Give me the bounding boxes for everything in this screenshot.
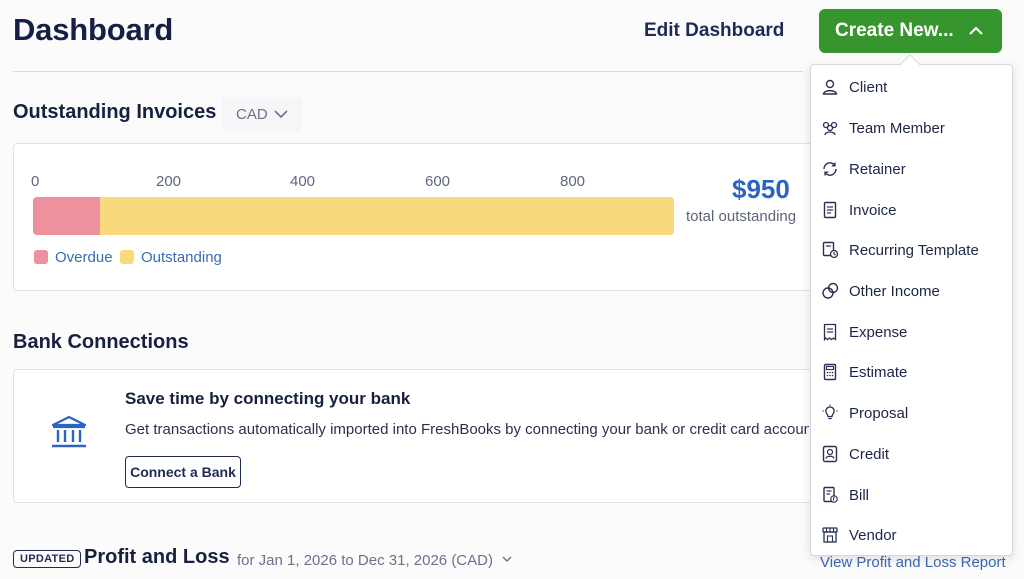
menu-item-label: Credit bbox=[849, 445, 890, 463]
currency-select[interactable]: CAD bbox=[222, 97, 302, 131]
menu-item-label: Bill bbox=[849, 486, 870, 504]
bar-segment-outstanding bbox=[100, 197, 674, 235]
outstanding-invoices-title: Outstanding Invoices bbox=[13, 101, 217, 123]
menu-item-invoice[interactable]: Invoice bbox=[811, 190, 1012, 230]
create-new-menu: Client Team Member Retainer Invoice Recu… bbox=[810, 64, 1013, 556]
menu-item-label: Recurring Template bbox=[849, 241, 979, 259]
updated-badge: UPDATED bbox=[13, 550, 82, 568]
bank-heading: Save time by connecting your bank bbox=[125, 389, 411, 408]
x-tick-label: 0 bbox=[31, 173, 40, 190]
header-divider bbox=[13, 71, 803, 72]
proposal-icon bbox=[821, 404, 839, 422]
menu-item-label: Client bbox=[849, 78, 888, 96]
x-tick-label: 200 bbox=[156, 173, 182, 190]
chevron-down-icon bbox=[502, 556, 512, 563]
client-icon bbox=[821, 78, 839, 96]
vendor-icon bbox=[821, 526, 839, 544]
total-outstanding-label: total outstanding bbox=[686, 208, 797, 225]
menu-item-expense[interactable]: Expense bbox=[811, 312, 1012, 352]
bank-description: Get transactions automatically imported … bbox=[125, 421, 809, 438]
view-profit-loss-link[interactable]: View Profit and Loss Report bbox=[820, 554, 1006, 571]
legend-swatch-outstanding bbox=[120, 250, 134, 264]
create-new-label: Create New... bbox=[835, 20, 954, 41]
menu-item-label: Expense bbox=[849, 323, 908, 341]
profit-loss-range-label: for Jan 1, 2026 to Dec 31, 2026 (CAD) bbox=[237, 552, 493, 569]
x-tick-label: 400 bbox=[290, 173, 316, 190]
legend-label-outstanding: Outstanding bbox=[141, 249, 222, 266]
menu-item-proposal[interactable]: Proposal bbox=[811, 393, 1012, 433]
menu-item-client[interactable]: Client bbox=[811, 67, 1012, 107]
profit-loss-title: Profit and Loss bbox=[84, 546, 230, 568]
credit-icon bbox=[821, 445, 839, 463]
menu-item-recurring-template[interactable]: Recurring Template bbox=[811, 230, 1012, 270]
menu-item-retainer[interactable]: Retainer bbox=[811, 149, 1012, 189]
bill-icon bbox=[821, 486, 839, 504]
menu-item-team-member[interactable]: Team Member bbox=[811, 108, 1012, 148]
connect-bank-button[interactable]: Connect a Bank bbox=[125, 456, 241, 488]
legend-label-overdue: Overdue bbox=[55, 249, 113, 266]
team-member-icon bbox=[821, 119, 839, 137]
menu-item-label: Other Income bbox=[849, 282, 940, 300]
currency-value: CAD bbox=[236, 105, 268, 123]
menu-item-label: Team Member bbox=[849, 119, 945, 137]
menu-item-other-income[interactable]: Other Income bbox=[811, 271, 1012, 311]
menu-item-vendor[interactable]: Vendor bbox=[811, 515, 1012, 555]
bank-connections-title: Bank Connections bbox=[13, 331, 189, 353]
create-new-button[interactable]: Create New... bbox=[819, 9, 1002, 53]
estimate-icon bbox=[821, 363, 839, 381]
x-tick-label: 800 bbox=[560, 173, 586, 190]
retainer-icon bbox=[821, 160, 839, 178]
edit-dashboard-link[interactable]: Edit Dashboard bbox=[644, 20, 784, 42]
chevron-up-icon bbox=[968, 26, 983, 35]
menu-item-label: Vendor bbox=[849, 526, 897, 544]
menu-item-label: Estimate bbox=[849, 363, 908, 381]
page-title: Dashboard bbox=[13, 12, 174, 47]
total-outstanding-amount: $950 bbox=[732, 174, 790, 204]
menu-item-bill[interactable]: Bill bbox=[811, 475, 1012, 515]
other-income-icon bbox=[821, 282, 839, 300]
menu-item-estimate[interactable]: Estimate bbox=[811, 352, 1012, 392]
bar-segment-overdue bbox=[33, 197, 101, 235]
expense-icon bbox=[821, 323, 839, 341]
bank-icon bbox=[51, 415, 87, 448]
menu-item-label: Proposal bbox=[849, 404, 909, 422]
x-tick-label: 600 bbox=[425, 173, 451, 190]
invoice-icon bbox=[821, 201, 839, 219]
chevron-down-icon bbox=[274, 110, 288, 119]
recurring-template-icon bbox=[821, 241, 839, 259]
legend-swatch-overdue bbox=[34, 250, 48, 264]
menu-item-label: Invoice bbox=[849, 201, 897, 219]
invoices-bar bbox=[33, 197, 674, 235]
menu-item-label: Retainer bbox=[849, 160, 906, 178]
menu-item-credit[interactable]: Credit bbox=[811, 434, 1012, 474]
profit-loss-range[interactable]: for Jan 1, 2026 to Dec 31, 2026 (CAD) bbox=[237, 552, 513, 569]
